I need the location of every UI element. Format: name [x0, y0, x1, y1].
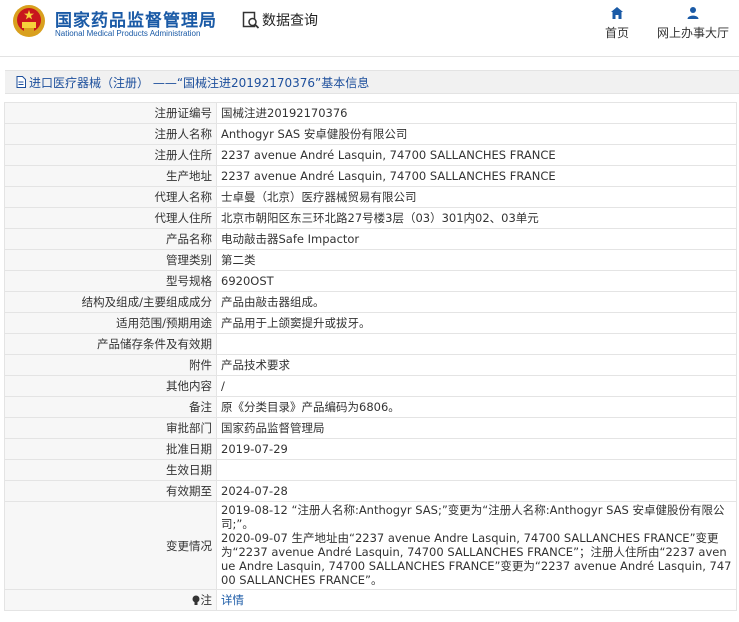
- field-label: 有效期至: [4, 480, 217, 502]
- effective-date-value: [216, 459, 737, 481]
- row-approval-dept: 审批部门 国家药品监督管理局: [4, 417, 737, 439]
- field-label: 注册人住所: [4, 144, 217, 166]
- row-reg-no: 注册证编号 国械注进20192170376: [4, 102, 737, 124]
- nav-home[interactable]: 首页: [605, 6, 629, 41]
- row-approval-date: 批准日期 2019-07-29: [4, 438, 737, 460]
- approval-dept-value: 国家药品监督管理局: [216, 417, 737, 439]
- field-label: 型号规格: [4, 270, 217, 292]
- field-label: 附件: [4, 354, 217, 376]
- row-effective-date: 生效日期: [4, 459, 737, 481]
- row-product-name: 产品名称 电动敲击器Safe Impactor: [4, 228, 737, 250]
- details-link[interactable]: 详情: [221, 593, 244, 607]
- reg-no-value: 国械注进20192170376: [216, 102, 737, 124]
- page-title: 进口医疗器械（注册） ——“国械注进20192170376”基本信息: [29, 76, 370, 90]
- note-label: 注: [200, 593, 213, 607]
- nav-home-label: 首页: [605, 26, 630, 40]
- field-label: 注册证编号: [4, 102, 217, 124]
- row-model: 型号规格 6920OST: [4, 270, 737, 292]
- registrant-value: Anthogyr SAS 安卓健股份有限公司: [216, 123, 737, 145]
- home-icon: [611, 7, 623, 19]
- model-value: 6920OST: [216, 270, 737, 292]
- field-label: 管理类别: [4, 249, 217, 271]
- change-entry: 2020-09-07 生产地址由“2237 avenue Andre Lasqu…: [221, 531, 732, 587]
- row-category: 管理类别 第二类: [4, 249, 737, 271]
- approval-date-value: 2019-07-29: [216, 438, 737, 460]
- changes-value: 2019-08-12 “注册人名称:Anthogyr SAS;”变更为“注册人名…: [216, 501, 737, 590]
- scope-value: 产品用于上颌窦提升或拔牙。: [216, 312, 737, 334]
- field-label: 其他内容: [4, 375, 217, 397]
- change-entry: 2019-08-12 “注册人名称:Anthogyr SAS;”变更为“注册人名…: [221, 503, 725, 531]
- field-label: 变更情况: [4, 501, 217, 590]
- row-registrant: 注册人名称 Anthogyr SAS 安卓健股份有限公司: [4, 123, 737, 145]
- row-changes: 变更情况 2019-08-12 “注册人名称:Anthogyr SAS;”变更为…: [4, 501, 737, 590]
- row-storage: 产品储存条件及有效期: [4, 333, 737, 355]
- field-label: 审批部门: [4, 417, 217, 439]
- field-label: 代理人名称: [4, 186, 217, 208]
- row-registrant-address: 注册人住所 2237 avenue André Lasquin, 74700 S…: [4, 144, 737, 166]
- registrant-address-value: 2237 avenue André Lasquin, 74700 SALLANC…: [216, 144, 737, 166]
- device-info-table: 注册证编号 国械注进20192170376 注册人名称 Anthogyr SAS…: [4, 102, 737, 611]
- document-icon: [16, 76, 26, 88]
- row-agent: 代理人名称 士卓曼（北京）医疗器械贸易有限公司: [4, 186, 737, 208]
- data-query-link[interactable]: 数据查询: [242, 10, 318, 30]
- field-label: 代理人住所: [4, 207, 217, 229]
- agent-address-value: 北京市朝阳区东三环北路27号楼3层（03）301内02、03单元: [216, 207, 737, 229]
- field-label: 适用范围/预期用途: [4, 312, 217, 334]
- note-value: 详情: [216, 589, 737, 611]
- field-label: 结构及组成/主要组成成分: [4, 291, 217, 313]
- nav-online-hall-label: 网上办事大厅: [657, 26, 730, 40]
- lightbulb-icon: [192, 595, 199, 605]
- agent-value: 士卓曼（北京）医疗器械贸易有限公司: [216, 186, 737, 208]
- field-label: 产品名称: [4, 228, 217, 250]
- org-name-cn[interactable]: 国家药品监督管理局: [55, 6, 217, 31]
- field-label: 生效日期: [4, 459, 217, 481]
- storage-value: [216, 333, 737, 355]
- field-label: 注册人名称: [4, 123, 217, 145]
- category-value: 第二类: [216, 249, 737, 271]
- org-name-en[interactable]: National Medical Products Administration: [55, 29, 200, 38]
- page-title-bar: 进口医疗器械（注册） ——“国械注进20192170376”基本信息: [5, 70, 739, 94]
- user-icon: [687, 7, 699, 19]
- attachment-value: 产品技术要求: [216, 354, 737, 376]
- nav-online-hall[interactable]: 网上办事大厅: [657, 6, 729, 41]
- row-remark: 备注 原《分类目录》产品编码为6806。: [4, 396, 737, 418]
- other-value: /: [216, 375, 737, 397]
- row-expiry-date: 有效期至 2024-07-28: [4, 480, 737, 502]
- field-label: 产品储存条件及有效期: [4, 333, 217, 355]
- search-doc-icon: [242, 11, 260, 29]
- row-production-address: 生产地址 2237 avenue André Lasquin, 74700 SA…: [4, 165, 737, 187]
- row-structure: 结构及组成/主要组成成分 产品由敲击器组成。: [4, 291, 737, 313]
- row-agent-address: 代理人住所 北京市朝阳区东三环北路27号楼3层（03）301内02、03单元: [4, 207, 737, 229]
- field-label: 批准日期: [4, 438, 217, 460]
- note-label-cell: 注: [4, 589, 217, 611]
- structure-value: 产品由敲击器组成。: [216, 291, 737, 313]
- national-emblem-icon: [13, 5, 45, 37]
- field-label: 备注: [4, 396, 217, 418]
- site-header: 国家药品监督管理局 National Medical Products Admi…: [0, 0, 739, 57]
- row-attachment: 附件 产品技术要求: [4, 354, 737, 376]
- row-other: 其他内容 /: [4, 375, 737, 397]
- row-scope: 适用范围/预期用途 产品用于上颌窦提升或拔牙。: [4, 312, 737, 334]
- field-label: 生产地址: [4, 165, 217, 187]
- row-note: 注 详情: [4, 589, 737, 611]
- product-name-value: 电动敲击器Safe Impactor: [216, 228, 737, 250]
- production-address-value: 2237 avenue André Lasquin, 74700 SALLANC…: [216, 165, 737, 187]
- remark-value: 原《分类目录》产品编码为6806。: [216, 396, 737, 418]
- data-query-label: 数据查询: [262, 13, 318, 29]
- expiry-date-value: 2024-07-28: [216, 480, 737, 502]
